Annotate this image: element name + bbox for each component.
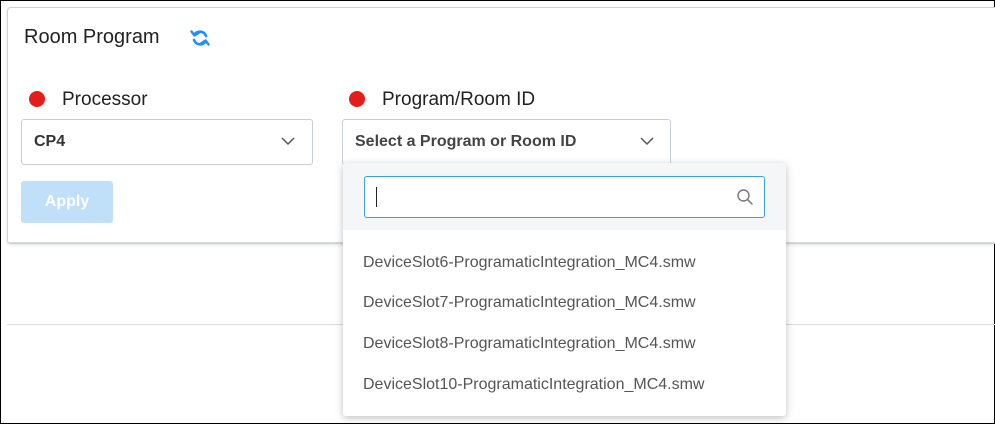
text-cursor [376,187,377,207]
processor-select[interactable]: CP4 [21,119,313,165]
refresh-icon[interactable] [190,28,210,48]
dropdown-option[interactable]: DeviceSlot7-ProgramaticIntegration_MC4.s… [363,294,696,312]
program-room-id-label: Program/Room ID [382,89,536,110]
processor-label: Processor [62,89,148,110]
apply-button[interactable]: Apply [21,181,113,223]
dropdown-search-input[interactable] [364,176,765,218]
dropdown-option[interactable]: DeviceSlot8-ProgramaticIntegration_MC4.s… [363,335,696,353]
dropdown-option[interactable]: DeviceSlot10-ProgramaticIntegration_MC4.… [363,376,704,394]
required-indicator [29,91,45,107]
program-dropdown-menu: DeviceSlot6-ProgramaticIntegration_MC4.s… [343,163,786,416]
dropdown-option[interactable]: DeviceSlot6-ProgramaticIntegration_MC4.s… [363,254,696,272]
program-room-id-select[interactable]: Select a Program or Room ID [342,119,671,165]
processor-selected-value: CP4 [34,133,66,150]
search-icon [737,189,753,205]
required-indicator [349,91,365,107]
panel-title: Room Program [24,26,160,48]
chevron-down-icon [640,137,654,146]
chevron-down-icon [281,137,295,146]
program-room-id-placeholder: Select a Program or Room ID [355,133,577,150]
